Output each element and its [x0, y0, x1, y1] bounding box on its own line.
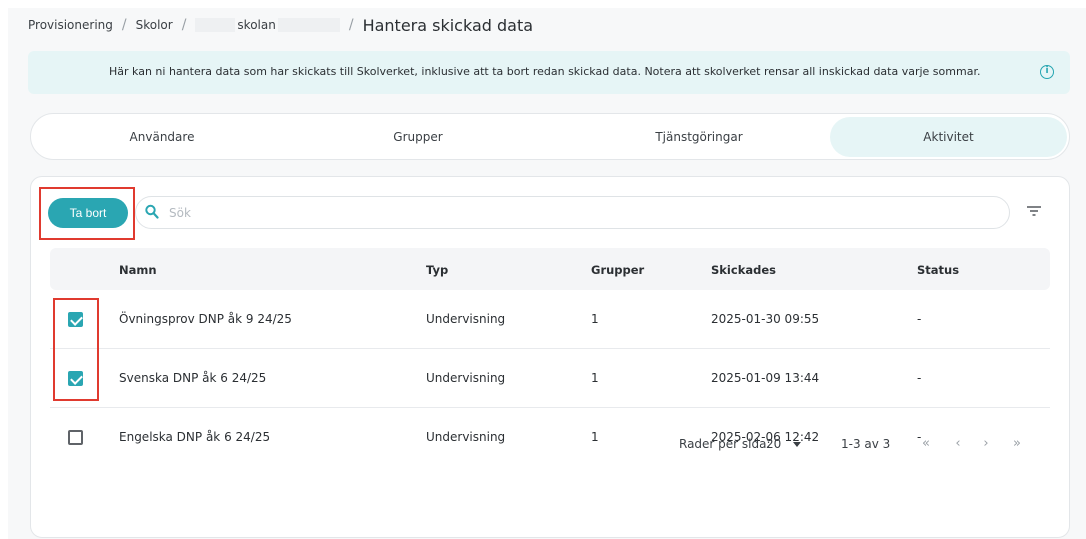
info-icon[interactable]: i	[1040, 65, 1054, 79]
search-icon	[145, 204, 159, 219]
tab-tjanstgoringar[interactable]: Tjänstgöringar	[571, 117, 827, 157]
row-checkbox[interactable]	[68, 371, 83, 386]
breadcrumb-provisionering[interactable]: Provisionering	[28, 18, 113, 32]
tab-bar: Användare Grupper Tjänstgöringar Aktivit…	[30, 113, 1070, 160]
row-type: Undervisning	[426, 430, 506, 444]
table-row[interactable]: Engelska DNP åk 6 24/25 Undervisning 1 2…	[50, 409, 1050, 467]
column-header-groups[interactable]: Grupper	[591, 263, 644, 277]
delete-button[interactable]: Ta bort	[48, 198, 128, 228]
search-input[interactable]	[169, 203, 989, 223]
rows-per-page-select[interactable]: 20	[766, 437, 781, 455]
prev-page-icon[interactable]: ‹	[950, 436, 966, 451]
row-name: Engelska DNP åk 6 24/25	[119, 430, 271, 444]
row-name: Övningsprov DNP åk 9 24/25	[119, 312, 292, 326]
info-banner-text: Här kan ni hantera data som har skickats…	[109, 65, 981, 78]
pagination-range: 1-3 av 3	[841, 437, 891, 451]
tab-aktivitet[interactable]: Aktivitet	[830, 117, 1067, 157]
column-header-status[interactable]: Status	[917, 263, 959, 277]
row-groups: 1	[591, 430, 599, 444]
breadcrumb: Provisionering / Skolor / skolan / Hante…	[28, 14, 533, 36]
tab-grupper[interactable]: Grupper	[290, 117, 546, 157]
row-groups: 1	[591, 371, 599, 385]
row-status: -	[917, 371, 922, 385]
next-page-icon[interactable]: ›	[978, 436, 994, 451]
column-header-type[interactable]: Typ	[426, 263, 448, 277]
last-page-icon[interactable]: »	[1009, 436, 1025, 451]
first-page-icon[interactable]: «	[918, 436, 934, 451]
tab-anvandare[interactable]: Användare	[34, 117, 290, 157]
row-type: Undervisning	[426, 312, 506, 326]
filter-icon[interactable]	[1026, 204, 1042, 218]
rows-per-page-label: Rader per sida:	[679, 437, 771, 451]
redacted-text	[195, 18, 236, 32]
row-sent: 2025-01-09 13:44	[711, 371, 820, 385]
page-title: Hantera skickad data	[362, 15, 534, 35]
breadcrumb-separator: /	[121, 17, 127, 33]
chevron-down-icon[interactable]	[793, 442, 801, 448]
search-field[interactable]	[135, 196, 1010, 229]
column-header-sent[interactable]: Skickades	[711, 263, 776, 277]
row-checkbox[interactable]	[68, 430, 83, 445]
info-banner: Här kan ni hantera data som har skickats…	[28, 51, 1070, 94]
row-status: -	[917, 312, 922, 326]
row-type: Undervisning	[426, 371, 506, 385]
table-header: Namn Typ Grupper Skickades Status	[50, 248, 1050, 290]
row-groups: 1	[591, 312, 599, 326]
row-checkbox[interactable]	[68, 312, 83, 327]
breadcrumb-separator: /	[348, 17, 354, 33]
breadcrumb-separator: /	[181, 17, 187, 33]
breadcrumb-skolor[interactable]: Skolor	[136, 18, 173, 32]
row-name: Svenska DNP åk 6 24/25	[119, 371, 267, 385]
table-row[interactable]: Övningsprov DNP åk 9 24/25 Undervisning …	[50, 291, 1050, 349]
redacted-text	[277, 18, 340, 32]
breadcrumb-school[interactable]: skolan	[237, 18, 275, 32]
row-sent: 2025-01-30 09:55	[711, 312, 820, 326]
table-row[interactable]: Svenska DNP åk 6 24/25 Undervisning 1 20…	[50, 350, 1050, 408]
column-header-name[interactable]: Namn	[119, 263, 157, 277]
